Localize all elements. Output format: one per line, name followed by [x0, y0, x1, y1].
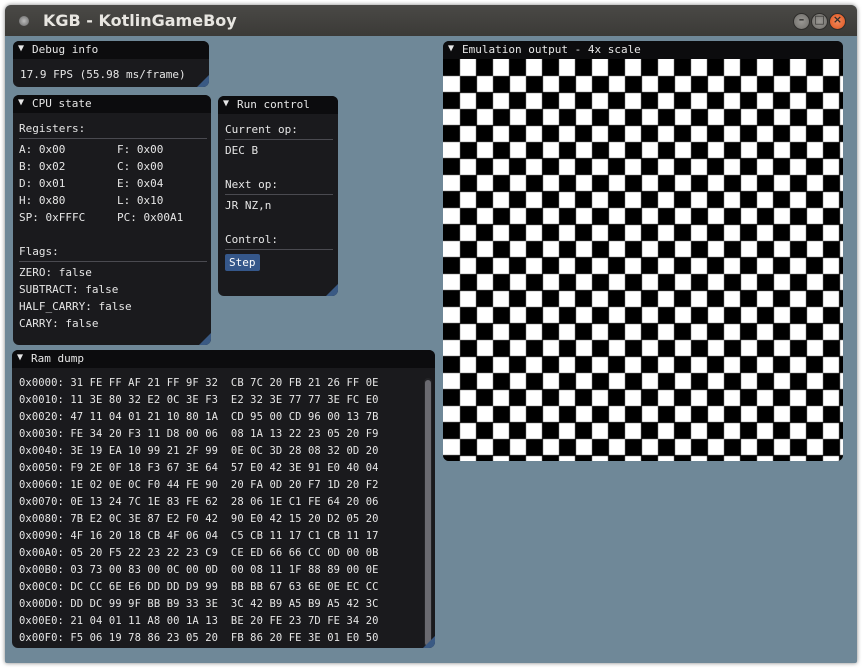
- register-b: B: 0x02: [19, 160, 66, 173]
- cpu-state-title: CPU state: [32, 97, 92, 110]
- close-icon: ×: [832, 13, 843, 26]
- collapse-triangle-icon[interactable]: ▼: [223, 98, 229, 109]
- ram-row: 0x0010: 11 3E 80 32 E2 0C 3E F3 E2 32 3E…: [19, 394, 379, 406]
- ram-row: 0x00F0: F5 06 19 78 86 23 05 20 FB 86 20…: [19, 632, 379, 644]
- minimize-icon: –: [798, 13, 805, 26]
- register-c: C: 0x00: [117, 160, 164, 173]
- maximize-icon: □: [814, 13, 825, 26]
- register-a: A: 0x00: [19, 143, 66, 156]
- register-e: E: 0x04: [117, 177, 164, 190]
- run-control-panel: ▼ Run control Current op: DEC B Next op:…: [218, 96, 338, 296]
- emulation-screen: [443, 59, 843, 461]
- run-control-title: Run control: [237, 98, 310, 111]
- close-button[interactable]: ×: [829, 13, 846, 30]
- ram-row: 0x0000: 31 FE FF AF 21 FF 9F 32 CB 7C 20…: [19, 377, 379, 389]
- ram-row: 0x00E0: 21 04 01 11 A8 00 1A 13 BE 20 FE…: [19, 615, 379, 627]
- ram-row: 0x0090: 4F 16 20 18 CB 4F 06 04 C5 CB 11…: [19, 530, 379, 542]
- flags-label: Flags:: [19, 245, 59, 258]
- ram-dump-title: Ram dump: [31, 352, 84, 365]
- emulation-output-header[interactable]: ▼ Emulation output - 4x scale: [443, 41, 843, 59]
- resize-grip[interactable]: [423, 636, 435, 648]
- title-bar[interactable]: KGB - KotlinGameBoy – □ ×: [5, 5, 857, 36]
- flag-carry: CARRY: false: [19, 317, 99, 330]
- flag-subtract: SUBTRACT: false: [19, 283, 119, 296]
- collapse-triangle-icon[interactable]: ▼: [17, 352, 23, 363]
- debug-info-panel: ▼ Debug info 17.9 FPS (55.98 ms/frame): [13, 41, 209, 87]
- separator: [19, 138, 207, 139]
- ram-dump-scrollbar[interactable]: [424, 378, 432, 648]
- current-op-label: Current op:: [225, 123, 298, 136]
- ram-row: 0x0050: F9 2E 0F 18 F3 67 3E 64 57 E0 42…: [19, 462, 379, 474]
- run-control-header[interactable]: ▼ Run control: [218, 96, 338, 114]
- resize-grip[interactable]: [326, 284, 338, 296]
- flag-zero: ZERO: false: [19, 266, 92, 279]
- ram-row: 0x0070: 0E 13 24 7C 1E 83 FE 62 28 06 1E…: [19, 496, 379, 508]
- maximize-button[interactable]: □: [811, 13, 828, 30]
- minimize-button[interactable]: –: [793, 13, 810, 30]
- register-sp: SP: 0xFFFC: [19, 211, 86, 224]
- fps-readout: 17.9 FPS (55.98 ms/frame): [20, 68, 186, 81]
- debug-info-header[interactable]: ▼ Debug info: [13, 41, 209, 59]
- collapse-triangle-icon[interactable]: ▼: [18, 43, 24, 54]
- ram-dump-header[interactable]: ▼ Ram dump: [12, 350, 435, 368]
- current-op-value: DEC B: [225, 144, 259, 157]
- control-label: Control:: [225, 233, 278, 246]
- scrollbar-thumb[interactable]: [425, 380, 431, 646]
- ram-row: 0x0060: 1E 02 0E 0C F0 44 FE 90 20 FA 0D…: [19, 479, 379, 491]
- ram-dump-panel: ▼ Ram dump 0x0000: 31 FE FF AF 21 FF 9F …: [12, 350, 435, 648]
- next-op-value: JR NZ,n: [225, 199, 272, 212]
- resize-grip[interactable]: [197, 75, 209, 87]
- flag-half-carry: HALF_CARRY: false: [19, 300, 132, 313]
- ram-row: 0x00A0: 05 20 F5 22 23 22 23 C9 CE ED 66…: [19, 547, 379, 559]
- emulation-output-panel: ▼ Emulation output - 4x scale: [443, 41, 843, 461]
- ram-row: 0x0020: 47 11 04 01 21 10 80 1A CD 95 00…: [19, 411, 379, 423]
- app-window: KGB - KotlinGameBoy – □ × ▼ Debug info 1…: [5, 5, 857, 663]
- ram-row: 0x0030: FE 34 20 F3 11 D8 00 06 08 1A 13…: [19, 428, 379, 440]
- register-pc: PC: 0x00A1: [117, 211, 184, 224]
- registers-label: Registers:: [19, 122, 86, 135]
- debug-info-title: Debug info: [32, 43, 99, 56]
- register-h: H: 0x80: [19, 194, 66, 207]
- ram-row: 0x00C0: DC CC 6E E6 DD DD D9 99 BB BB 67…: [19, 581, 379, 593]
- cpu-state-panel: ▼ CPU state Registers: A: 0x00 F: 0x00 B…: [13, 95, 211, 345]
- separator: [225, 139, 333, 140]
- next-op-label: Next op:: [225, 178, 278, 191]
- ram-row: 0x0080: 7B E2 0C 3E 87 E2 F0 42 90 E0 42…: [19, 513, 379, 525]
- ram-row: 0x00B0: 03 73 00 83 00 0C 00 0D 00 08 11…: [19, 564, 379, 576]
- app-icon: [19, 16, 29, 26]
- separator: [225, 249, 333, 250]
- cpu-state-header[interactable]: ▼ CPU state: [13, 95, 211, 113]
- ram-row: 0x00D0: DD DC 99 9F BB B9 33 3E 3C 42 B9…: [19, 598, 379, 610]
- collapse-triangle-icon[interactable]: ▼: [448, 43, 454, 54]
- register-l: L: 0x10: [117, 194, 164, 207]
- register-f: F: 0x00: [117, 143, 164, 156]
- separator: [19, 261, 207, 262]
- window-title: KGB - KotlinGameBoy: [43, 11, 237, 30]
- step-button[interactable]: Step: [225, 254, 260, 271]
- ram-row: 0x0040: 3E 19 EA 10 99 21 2F 99 0E 0C 3D…: [19, 445, 379, 457]
- register-d: D: 0x01: [19, 177, 66, 190]
- separator: [225, 194, 333, 195]
- collapse-triangle-icon[interactable]: ▼: [18, 97, 24, 108]
- emulation-output-title: Emulation output - 4x scale: [462, 43, 641, 56]
- resize-grip[interactable]: [199, 333, 211, 345]
